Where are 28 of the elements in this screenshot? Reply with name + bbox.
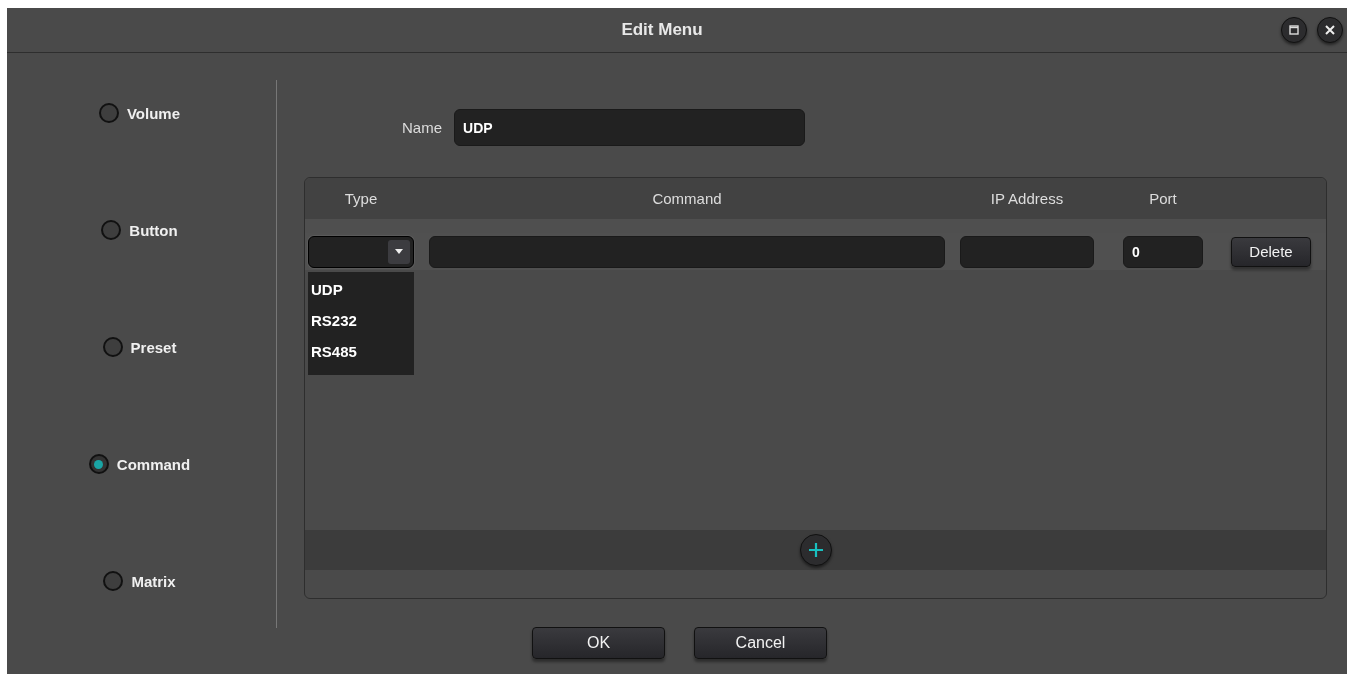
maximize-icon	[1288, 24, 1300, 36]
cancel-button[interactable]: Cancel	[694, 627, 827, 659]
add-button[interactable]	[799, 534, 832, 566]
window-title: Edit Menu	[621, 20, 703, 40]
command-field[interactable]	[429, 235, 945, 268]
close-icon	[1324, 24, 1336, 36]
column-header: IP Address	[989, 190, 1065, 207]
dropdown-option[interactable]: RS232	[308, 304, 414, 336]
menu-type-radio[interactable]: Command	[88, 451, 195, 477]
name-field[interactable]: UDP	[454, 109, 805, 146]
maximize-button[interactable]	[1281, 17, 1307, 43]
column-header: Type	[343, 190, 379, 207]
menu-type-radio[interactable]: Volume	[98, 100, 185, 126]
close-button[interactable]	[1317, 17, 1343, 43]
menu-type-radio[interactable]: Button	[101, 217, 182, 243]
name-label: Name	[402, 119, 442, 136]
delete-button[interactable]: Delete	[1231, 236, 1311, 267]
plus-icon	[808, 543, 823, 557]
dropdown-option[interactable]: RS485	[308, 335, 414, 367]
ok-button[interactable]: OK	[532, 627, 665, 659]
menu-type-radio[interactable]: Matrix	[103, 568, 180, 594]
dropdown-option[interactable]: UDP	[308, 273, 414, 305]
port-field[interactable]: 0	[1123, 235, 1203, 268]
column-header: Port	[1148, 190, 1178, 207]
ip-address-field[interactable]	[960, 235, 1094, 268]
column-header: Command	[651, 190, 723, 207]
menu-type-radio[interactable]: Preset	[102, 334, 181, 360]
type-dropdown[interactable]	[308, 235, 414, 268]
